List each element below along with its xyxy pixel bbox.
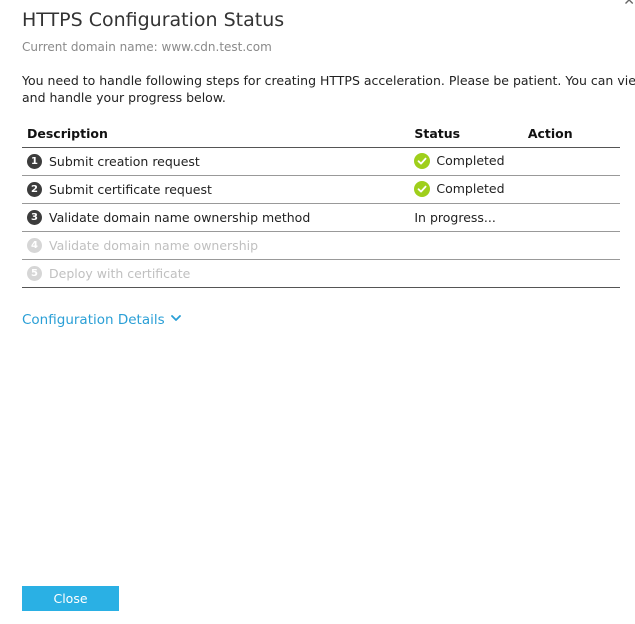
step-action-cell [522, 259, 620, 288]
step-description-cell: 2 Submit certificate request [22, 175, 410, 204]
intro-text: You need to handle following steps for c… [22, 73, 635, 105]
table-row: 2 Submit certificate request Completed [22, 175, 620, 204]
step-number-badge: 4 [27, 237, 42, 253]
table-row: 1 Submit creation request Completed [22, 147, 620, 176]
check-circle-icon [414, 180, 431, 197]
chevron-down-icon [170, 310, 181, 326]
https-config-dialog: ✕ HTTPS Configuration Status Current dom… [0, 0, 635, 624]
step-number-badge: 5 [27, 265, 42, 281]
step-description-cell: 4 Validate domain name ownership [22, 231, 410, 260]
configuration-details-link[interactable]: Configuration Details [22, 312, 181, 328]
step-status: In progress... [414, 210, 496, 225]
step-description-cell: 1 Submit creation request [22, 147, 410, 176]
step-action-cell [522, 231, 620, 260]
step-status-cell: In progress... [409, 203, 523, 232]
step-number-badge: 2 [27, 181, 42, 197]
header-action: Action [522, 120, 620, 148]
step-description: Submit certificate request [49, 181, 212, 197]
step-status-cell: Completed [409, 175, 523, 204]
step-status-cell: Completed [409, 147, 523, 176]
step-description: Submit creation request [49, 153, 200, 169]
table-header-row: Description Status Action [22, 120, 620, 148]
step-description: Validate domain name ownership [49, 237, 259, 253]
header-description: Description [22, 120, 410, 148]
dialog-title: HTTPS Configuration Status [22, 9, 285, 31]
step-status: Completed [436, 181, 505, 197]
step-status-cell [409, 231, 523, 260]
step-number-badge: 1 [27, 153, 42, 169]
table-row: 4 Validate domain name ownership [22, 231, 620, 260]
step-description: Deploy with certificate [49, 265, 191, 281]
header-status: Status [409, 120, 523, 148]
close-button[interactable]: Close [22, 586, 119, 611]
table-row: 3 Validate domain name ownership method I… [22, 203, 620, 232]
steps-table: Description Status Action 1 Submit creati… [22, 120, 620, 288]
step-description-cell: 3 Validate domain name ownership method [22, 203, 410, 232]
table-row: 5 Deploy with certificate [22, 259, 620, 288]
step-description-cell: 5 Deploy with certificate [22, 259, 410, 288]
step-action-cell [522, 203, 620, 232]
step-status: Completed [436, 153, 505, 169]
step-action-cell [522, 175, 620, 204]
configuration-details-label: Configuration Details [22, 312, 165, 328]
check-circle-icon [414, 152, 431, 169]
step-action-cell [522, 147, 620, 176]
step-number-badge: 3 [27, 209, 42, 225]
step-status-cell [409, 259, 523, 288]
close-icon[interactable]: ✕ [623, 0, 635, 8]
current-domain-text: Current domain name: www.cdn.test.com [22, 40, 272, 54]
step-description: Validate domain name ownership method [49, 209, 311, 225]
